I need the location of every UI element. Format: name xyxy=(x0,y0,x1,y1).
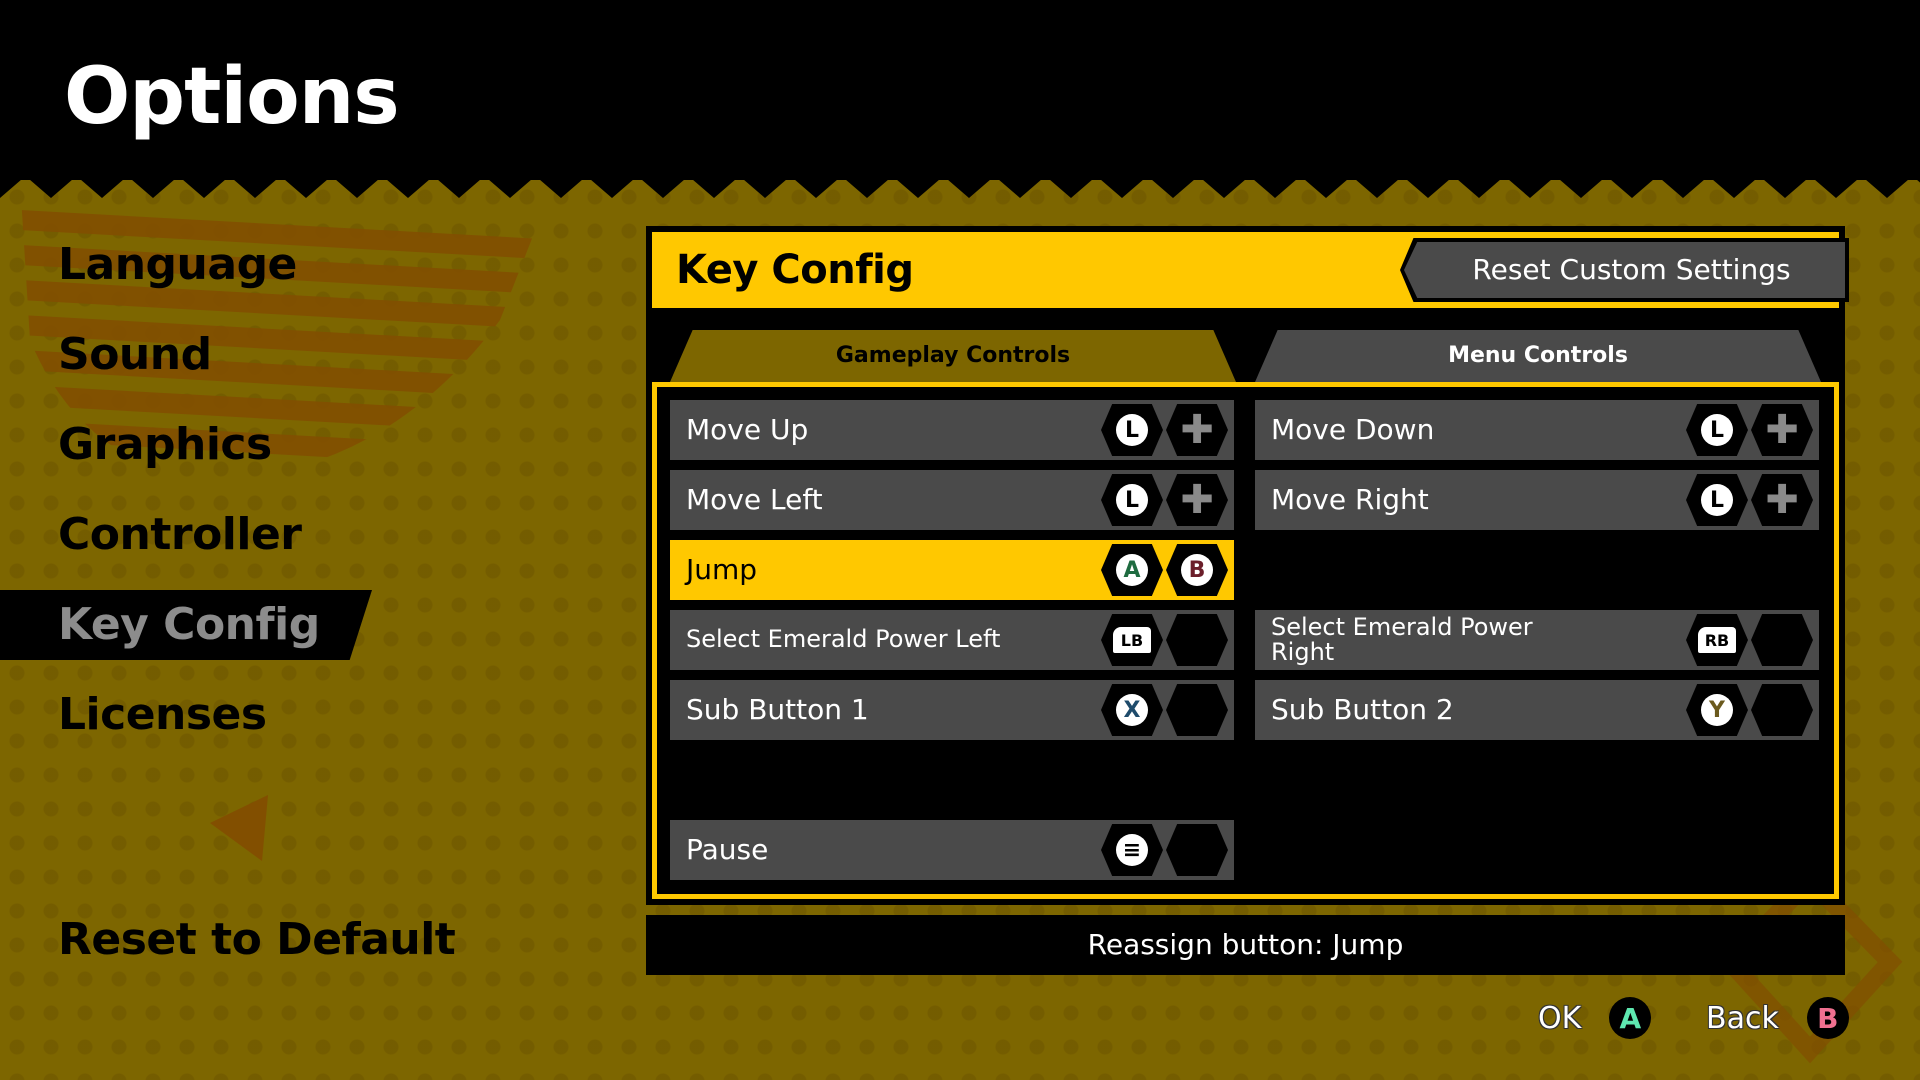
menu-button-icon: ≡ xyxy=(1116,834,1148,866)
decorative-triangle xyxy=(210,795,268,861)
panel-title: Key Config xyxy=(676,247,914,293)
binding-slot-1[interactable]: X xyxy=(1101,684,1163,736)
binding-row-select-emerald-power-left[interactable]: Select Emerald Power Left LB xyxy=(670,610,1234,670)
rb-button-icon: RB xyxy=(1698,627,1736,653)
binding-row-sub-button-2[interactable]: Sub Button 2 Y xyxy=(1255,680,1819,740)
b-button-icon: B xyxy=(1806,997,1849,1039)
binding-slot-1[interactable]: L xyxy=(1686,404,1748,456)
y-button-icon: Y xyxy=(1701,694,1733,726)
sidebar-item-controller[interactable]: Controller xyxy=(58,500,302,570)
binding-row-move-right[interactable]: Move Right L ✚ xyxy=(1255,470,1819,530)
binding-slot-2[interactable]: ✚ xyxy=(1751,474,1813,526)
binding-label: Select Emerald Power Left xyxy=(686,625,1001,654)
dpad-down-icon: ✚ xyxy=(1765,407,1799,453)
sidebar-item-language[interactable]: Language xyxy=(58,230,297,300)
binding-slot-1[interactable]: A xyxy=(1101,544,1163,596)
binding-slot-1[interactable]: L xyxy=(1101,474,1163,526)
binding-label: Move Down xyxy=(1271,413,1435,447)
binding-slot-2-empty[interactable] xyxy=(1166,824,1228,876)
binding-label: Sub Button 2 xyxy=(1271,693,1454,727)
ok-hint[interactable]: OK A xyxy=(1538,996,1652,1040)
binding-label: Sub Button 1 xyxy=(686,693,869,727)
reset-custom-settings-label: Reset Custom Settings xyxy=(1404,242,1845,298)
binding-label: Move Up xyxy=(686,413,809,447)
binding-row-move-up[interactable]: Move Up L ✚ xyxy=(670,400,1234,460)
left-stick-up-icon: L xyxy=(1116,414,1148,446)
a-button-icon: A xyxy=(1609,997,1652,1039)
tab-gameplay-controls[interactable]: Gameplay Controls xyxy=(670,330,1236,382)
key-config-panel: Key Config Reset Custom Settings Gamepla… xyxy=(646,226,1849,905)
reset-custom-settings-button[interactable]: Reset Custom Settings xyxy=(1400,238,1849,302)
reassign-status-bar: Reassign button: Jump xyxy=(646,915,1845,975)
left-stick-down-icon: L xyxy=(1701,414,1733,446)
dpad-up-icon: ✚ xyxy=(1180,407,1214,453)
binding-label: Pause xyxy=(686,833,769,867)
sidebar-item-licenses[interactable]: Licenses xyxy=(58,680,267,750)
binding-slot-1[interactable]: RB xyxy=(1686,614,1748,666)
binding-row-jump[interactable]: Jump A B xyxy=(670,540,1234,600)
binding-slot-1[interactable]: L xyxy=(1686,474,1748,526)
back-hint[interactable]: Back B xyxy=(1706,996,1849,1040)
binding-slot-2[interactable]: B xyxy=(1166,544,1228,596)
binding-slot-1[interactable]: Y xyxy=(1686,684,1748,736)
x-button-icon: X xyxy=(1116,694,1148,726)
dpad-left-icon: ✚ xyxy=(1180,477,1214,523)
binding-slot-2-empty[interactable] xyxy=(1751,684,1813,736)
binding-slot-2[interactable]: ✚ xyxy=(1751,404,1813,456)
binding-row-sub-button-1[interactable]: Sub Button 1 X xyxy=(670,680,1234,740)
binding-slot-1[interactable]: L xyxy=(1101,404,1163,456)
left-stick-right-icon: L xyxy=(1701,484,1733,516)
binding-slot-2-empty[interactable] xyxy=(1751,614,1813,666)
binding-row-move-down[interactable]: Move Down L ✚ xyxy=(1255,400,1819,460)
sidebar-item-sound[interactable]: Sound xyxy=(58,320,212,390)
left-stick-left-icon: L xyxy=(1116,484,1148,516)
ok-label: OK xyxy=(1538,1000,1582,1036)
binding-slot-1[interactable]: ≡ xyxy=(1101,824,1163,876)
binding-slot-2-empty[interactable] xyxy=(1166,614,1228,666)
decorative-diamond xyxy=(1717,880,1903,1064)
reset-to-default-button[interactable]: Reset to Default xyxy=(58,905,456,975)
sidebar-item-graphics[interactable]: Graphics xyxy=(58,410,272,480)
binding-slot-2[interactable]: ✚ xyxy=(1166,404,1228,456)
binding-slot-2-empty[interactable] xyxy=(1166,684,1228,736)
sidebar-item-key-config[interactable]: Key Config xyxy=(58,590,320,660)
binding-row-move-left[interactable]: Move Left L ✚ xyxy=(670,470,1234,530)
dpad-right-icon: ✚ xyxy=(1765,477,1799,523)
binding-row-select-emerald-power-right[interactable]: Select Emerald Power Right RB xyxy=(1255,610,1819,670)
binding-label: Move Right xyxy=(1271,483,1429,517)
zigzag-edge xyxy=(0,172,1920,198)
lb-button-icon: LB xyxy=(1113,627,1151,653)
binding-label: Move Left xyxy=(686,483,823,517)
a-button-icon: A xyxy=(1116,554,1148,586)
tab-menu-controls[interactable]: Menu Controls xyxy=(1255,330,1821,382)
b-button-icon: B xyxy=(1181,554,1213,586)
binding-label: Jump xyxy=(686,553,758,587)
binding-slot-1[interactable]: LB xyxy=(1101,614,1163,666)
binding-row-pause[interactable]: Pause ≡ xyxy=(670,820,1234,880)
back-label: Back xyxy=(1706,1000,1779,1036)
binding-label: Select Emerald Power Right xyxy=(1271,612,1533,666)
bindings-list: Move Up L ✚ Move Left L ✚ Jump A B Selec… xyxy=(652,382,1839,899)
binding-slot-2[interactable]: ✚ xyxy=(1166,474,1228,526)
page-title: Options xyxy=(64,52,400,142)
